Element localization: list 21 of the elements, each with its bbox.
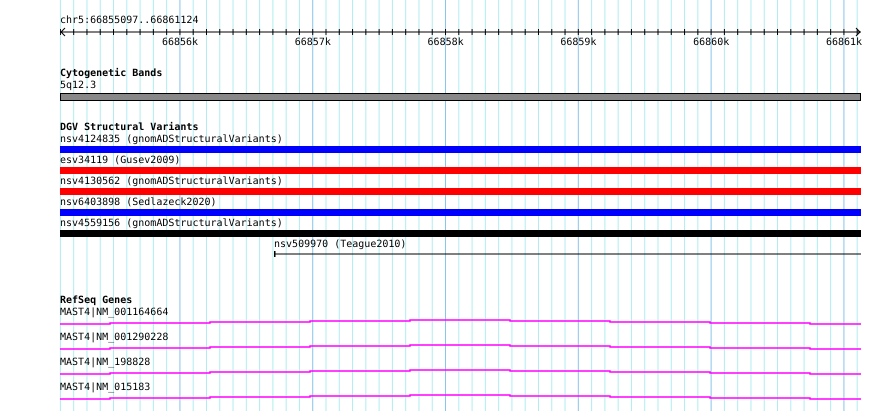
feature-label: nsv509970 (Teague2010)	[274, 239, 406, 251]
track-title: Cytogenetic Bands	[60, 68, 162, 80]
feature-label: MAST4|NM_001290228	[60, 332, 168, 344]
tick-label: 66859k	[560, 37, 596, 49]
region-label: chr5:66855097..66861124	[60, 15, 198, 27]
tick-label: 66856k	[162, 37, 198, 49]
feature-label: nsv4124835 (gnomADStructuralVariants)	[60, 134, 283, 146]
feature-label: nsv4559156 (gnomADStructuralVariants)	[60, 218, 283, 230]
feature-label: nsv6403898 (Sedlazeck2020)	[60, 197, 217, 209]
band-label: 5q12.3	[60, 80, 96, 92]
tick-label: 66858k	[428, 37, 464, 49]
feature-label: nsv4130562 (gnomADStructuralVariants)	[60, 176, 283, 188]
feature-label: esv34119 (Gusev2009)	[60, 155, 180, 167]
track-title: DGV Structural Variants	[60, 122, 198, 134]
tick-label: 66861k	[826, 37, 862, 49]
track-title: RefSeq Genes	[60, 295, 132, 307]
feature-label: MAST4|NM_198828	[60, 357, 150, 369]
feature-label: MAST4|NM_001164664	[60, 307, 168, 319]
tick-label: 66857k	[294, 37, 331, 49]
tick-label: 66860k	[693, 37, 730, 49]
feature-label: MAST4|NM_015183	[60, 382, 150, 394]
